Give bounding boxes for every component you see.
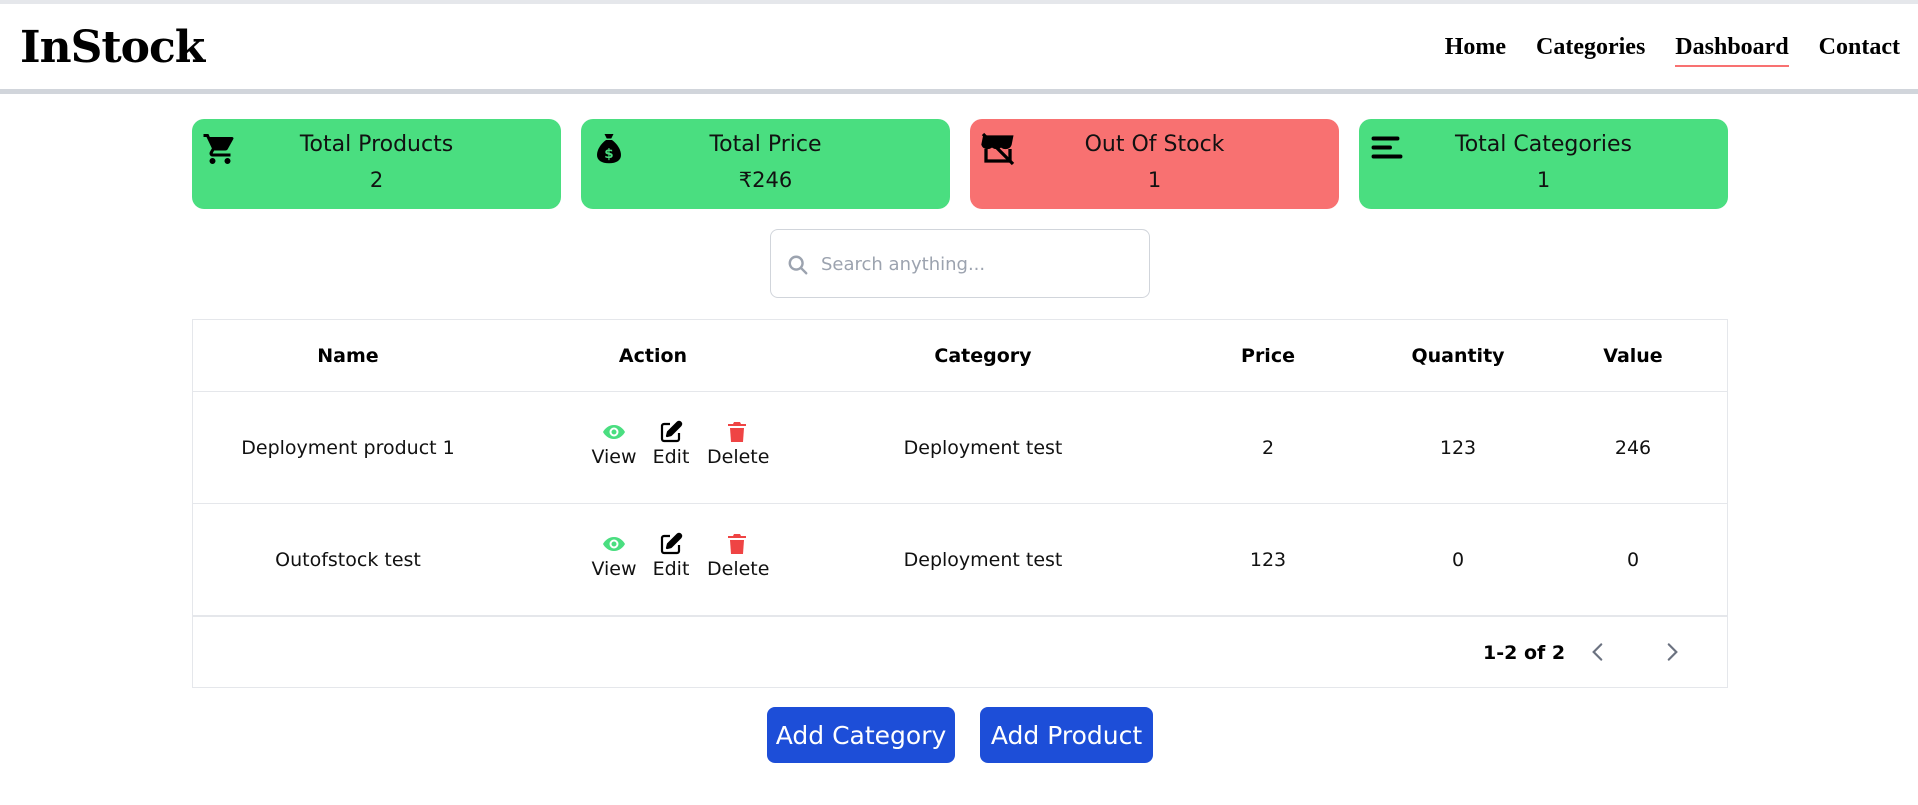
edit-button[interactable]: Edit [641,532,701,580]
column-header-value[interactable]: Value [1563,345,1703,367]
add-product-button[interactable]: Add Product [980,707,1153,763]
trash-icon [728,422,746,442]
stat-card-total-products: Total Products 2 [192,119,561,209]
cell-name: Outofstock test [275,549,421,571]
stats-cards: Total Products 2 $ Total Price ₹246 Out … [192,119,1728,209]
edit-button[interactable]: Edit [641,420,701,468]
table-row: Outofstock test View Edit Delete Deploym… [193,504,1727,616]
column-header-category[interactable]: Category [803,345,1163,367]
main-nav: Home Categories Dashboard Contact [1445,34,1900,67]
cell-category: Deployment test [903,437,1063,459]
search-input[interactable] [821,242,1131,286]
stat-card-total-categories: Total Categories 1 [1359,119,1728,209]
chevron-left-icon[interactable] [1585,639,1611,665]
eye-icon [603,537,625,551]
stat-value: 1 [1147,168,1162,192]
trash-icon [728,534,746,554]
app-logo[interactable]: InStock [20,22,205,73]
cell-category: Deployment test [903,549,1063,571]
table-header: Name Action Category Price Quantity Valu… [193,320,1727,392]
nav-categories[interactable]: Categories [1536,34,1645,67]
nav-contact[interactable]: Contact [1819,34,1900,67]
column-header-action[interactable]: Action [503,345,803,367]
view-label: View [591,446,637,468]
cell-quantity: 123 [1439,437,1477,459]
delete-label: Delete [707,446,770,468]
column-header-price[interactable]: Price [1213,345,1323,367]
edit-icon [660,420,683,443]
stat-card-out-of-stock: Out Of Stock 1 [970,119,1339,209]
navbar: InStock Home Categories Dashboard Contac… [0,4,1918,94]
column-header-quantity[interactable]: Quantity [1373,345,1543,367]
delete-button[interactable]: Delete [707,532,770,580]
view-button[interactable]: View [584,532,644,580]
stat-title: Total Products [299,132,454,157]
stat-value: 1 [1536,168,1551,192]
delete-label: Delete [707,558,770,580]
stat-value: 2 [369,168,384,192]
nav-dashboard[interactable]: Dashboard [1675,34,1789,67]
eye-icon [603,425,625,439]
cell-value: 246 [1614,437,1652,459]
search-box [770,229,1150,298]
products-table: Name Action Category Price Quantity Valu… [192,319,1728,688]
stat-title: Out Of Stock [1084,132,1225,157]
edit-label: Edit [652,558,690,580]
chevron-right-icon[interactable] [1659,639,1685,665]
stat-title: Total Categories [1455,132,1632,157]
stat-card-total-price: $ Total Price ₹246 [581,119,950,209]
column-header-name[interactable]: Name [193,345,503,367]
cell-name: Deployment product 1 [241,437,455,459]
pagination-range: 1-2 of 2 [1483,642,1566,664]
pagination: 1-2 of 2 [193,616,1727,688]
view-label: View [591,558,637,580]
nav-home[interactable]: Home [1445,34,1506,67]
stat-value: ₹246 [738,168,793,192]
table-row: Deployment product 1 View Edit Delete De… [193,392,1727,504]
delete-button[interactable]: Delete [707,420,770,468]
cell-quantity: 0 [1451,549,1465,571]
edit-label: Edit [652,446,690,468]
cell-price: 2 [1261,437,1275,459]
cell-value: 0 [1626,549,1640,571]
add-category-button[interactable]: Add Category [767,707,955,763]
search-icon [788,255,808,275]
stat-title: Total Price [709,132,822,157]
cell-price: 123 [1249,549,1287,571]
view-button[interactable]: View [584,420,644,468]
edit-icon [660,532,683,555]
